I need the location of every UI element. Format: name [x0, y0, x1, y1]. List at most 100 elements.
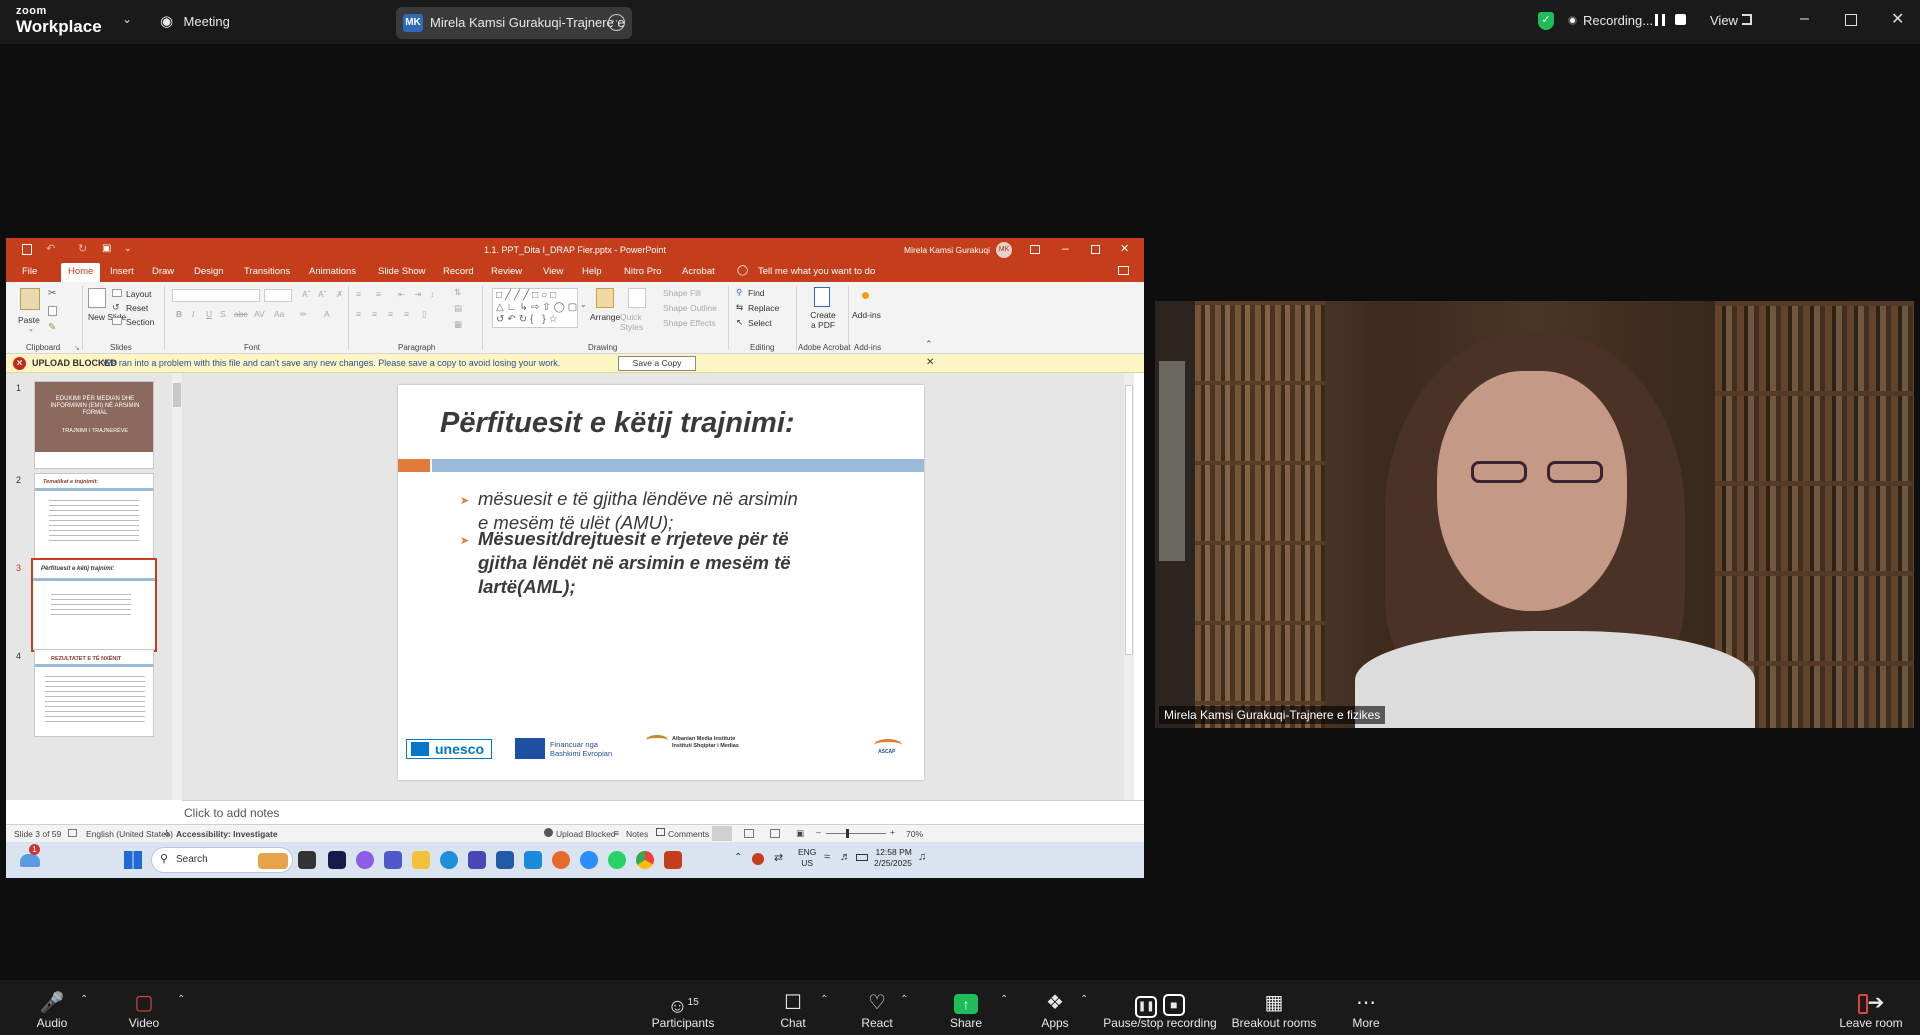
- tab-home[interactable]: Home: [61, 263, 101, 282]
- shapes-gallery[interactable]: □╱╱╱□○□ △∟↳⇨⇧◯▢ ↺↶↻{ }☆: [492, 288, 578, 328]
- tab-review[interactable]: Review: [491, 266, 522, 277]
- paste-dropdown-icon[interactable]: ⌄: [28, 325, 34, 333]
- redo-icon[interactable]: ↻: [78, 242, 87, 255]
- ppt-restore-icon[interactable]: [1091, 245, 1100, 254]
- chevron-down-icon[interactable]: ⌄: [122, 12, 132, 26]
- arrange-icon[interactable]: [596, 288, 614, 308]
- share-options-chevron-icon[interactable]: ⌃: [1000, 994, 1008, 1005]
- tab-transitions[interactable]: Transitions: [244, 266, 290, 277]
- more-options-icon[interactable]: ⋯: [608, 14, 625, 31]
- tab-nitro-pro[interactable]: Nitro Pro: [624, 266, 661, 277]
- tell-me-search[interactable]: Tell me what you want to do: [758, 266, 875, 277]
- italic-icon[interactable]: I: [192, 309, 194, 319]
- wifi-icon[interactable]: ≈: [824, 851, 830, 863]
- text-direction-icon[interactable]: ⇅: [454, 287, 461, 298]
- thumbnail-slide-2[interactable]: Tematikat e trajnimit:: [34, 473, 154, 561]
- tab-help[interactable]: Help: [582, 266, 602, 277]
- file-explorer-icon[interactable]: [412, 851, 430, 869]
- zoom-slider[interactable]: [826, 829, 886, 838]
- numbering-icon[interactable]: ≡: [376, 289, 381, 299]
- user-avatar[interactable]: MK: [996, 242, 1012, 258]
- clock[interactable]: 12:58 PM 2/25/2025: [874, 847, 912, 869]
- task-view-icon[interactable]: [298, 851, 316, 869]
- chat-options-chevron-icon[interactable]: ⌃: [820, 994, 828, 1005]
- decrease-indent-icon[interactable]: ⇤: [398, 289, 405, 300]
- copy-icon[interactable]: [48, 306, 57, 316]
- shield-check-icon[interactable]: ✓: [1538, 12, 1554, 30]
- chrome-icon[interactable]: [636, 851, 654, 869]
- zoom-in-icon[interactable]: +: [890, 827, 895, 837]
- thumbnail-slide-4[interactable]: REZULTATET E TË NXËNIT: [34, 649, 154, 737]
- tab-record[interactable]: Record: [443, 266, 474, 277]
- current-slide[interactable]: Përfituesit e këtij trajnimi: ➤ mësuesit…: [398, 385, 924, 780]
- battery-icon[interactable]: [856, 854, 868, 861]
- react-button[interactable]: ♡ React: [860, 980, 894, 1030]
- cut-icon[interactable]: ✂: [48, 288, 56, 299]
- whatsapp-icon[interactable]: [608, 851, 626, 869]
- tab-file[interactable]: File: [22, 266, 37, 277]
- thumbnail-slide-1[interactable]: EDUKIMI PËR MEDIAN DHE INFORMIMIN (EMI) …: [34, 381, 154, 469]
- leave-room-button[interactable]: ➔ Leave room: [1836, 980, 1906, 1030]
- underline-icon[interactable]: U: [206, 309, 212, 319]
- taskbar-search-box[interactable]: ⚲ Search: [151, 847, 293, 873]
- notification-bell-icon[interactable]: ♫: [918, 851, 926, 863]
- thumbnail-slide-3[interactable]: Përfituesit e këtij trajnimi:: [31, 558, 157, 652]
- editor-scrollbar[interactable]: [1124, 373, 1134, 800]
- language-indicator[interactable]: ENG US: [798, 847, 816, 869]
- quick-styles-icon[interactable]: [628, 288, 646, 308]
- powerpoint-icon[interactable]: [664, 851, 682, 869]
- increase-indent-icon[interactable]: ⇥: [414, 289, 421, 300]
- audio-options-chevron-icon[interactable]: ⌃: [80, 994, 88, 1005]
- line-spacing-icon[interactable]: ↕: [430, 289, 434, 299]
- firefox-icon[interactable]: [552, 851, 570, 869]
- justify-icon[interactable]: ≡: [404, 309, 409, 319]
- meeting-button[interactable]: ◉ Meeting: [160, 12, 230, 31]
- apps-button[interactable]: ❖ Apps: [1038, 980, 1072, 1030]
- teams-icon[interactable]: [384, 851, 402, 869]
- minimize-icon[interactable]: –: [1800, 10, 1809, 28]
- edge-icon[interactable]: [440, 851, 458, 869]
- columns-icon[interactable]: ▯: [422, 309, 427, 320]
- tray-chevron-icon[interactable]: ⌃: [734, 852, 742, 863]
- collapse-ribbon-icon[interactable]: ⌃: [925, 339, 933, 350]
- tab-slide-show[interactable]: Slide Show: [378, 266, 426, 277]
- create-pdf-icon[interactable]: [814, 287, 830, 307]
- tray-sync-icon[interactable]: ⇄: [774, 851, 783, 864]
- apps-options-chevron-icon[interactable]: ⌃: [1080, 994, 1088, 1005]
- zoom-app-icon[interactable]: [580, 851, 598, 869]
- bullets-icon[interactable]: ≡: [356, 289, 361, 299]
- tab-acrobat[interactable]: Acrobat: [682, 266, 715, 277]
- restore-icon[interactable]: [1845, 14, 1857, 26]
- pause-stop-recording-button[interactable]: ❚❚ ■ Pause/stop recording: [1100, 980, 1220, 1030]
- tab-view[interactable]: View: [543, 266, 563, 277]
- store-icon[interactable]: [496, 851, 514, 869]
- smartart-icon[interactable]: ▦: [454, 319, 462, 330]
- active-speaker-pill[interactable]: MK Mirela Kamsi Gurakuqi-Trajnere e ⋯: [396, 7, 632, 39]
- ppt-minimize-icon[interactable]: –: [1062, 241, 1069, 255]
- font-name-input[interactable]: [172, 289, 260, 302]
- pause-icon[interactable]: [1655, 14, 1665, 26]
- align-center-icon[interactable]: ≡: [372, 309, 377, 319]
- present-icon[interactable]: ▣: [102, 243, 111, 254]
- tab-design[interactable]: Design: [194, 266, 224, 277]
- slideshow-icon[interactable]: ▣: [796, 828, 804, 839]
- undo-icon[interactable]: ↶: [46, 242, 55, 255]
- save-a-copy-button[interactable]: Save a Copy: [618, 356, 696, 371]
- customize-qat-icon[interactable]: ⌄: [124, 243, 132, 254]
- reading-view-icon[interactable]: [770, 829, 780, 838]
- more-button[interactable]: ⋯ More: [1350, 980, 1382, 1030]
- shadow-icon[interactable]: S: [220, 309, 226, 319]
- font-size-input[interactable]: [264, 289, 292, 302]
- ppt-close-icon[interactable]: ✕: [1120, 242, 1129, 255]
- app-icon-3[interactable]: [524, 851, 542, 869]
- app-icon-1[interactable]: [328, 851, 346, 869]
- highlight-icon[interactable]: ✏: [300, 309, 307, 320]
- char-spacing-icon[interactable]: AV: [254, 309, 265, 319]
- format-painter-icon[interactable]: ✎: [48, 322, 56, 333]
- windows-start-icon[interactable]: [124, 851, 142, 869]
- view-icon[interactable]: [1742, 14, 1752, 25]
- increase-font-icon[interactable]: Aˆ: [302, 289, 311, 299]
- notes-placeholder[interactable]: Click to add notes: [184, 806, 279, 820]
- tray-app-icon[interactable]: [752, 853, 764, 865]
- slide-sorter-icon[interactable]: [744, 829, 754, 838]
